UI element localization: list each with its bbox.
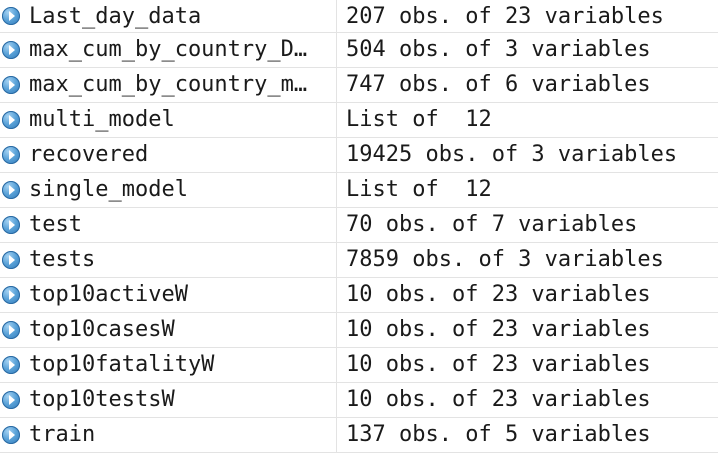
variable-name: top10testsW [29,387,175,412]
expand-arrow-icon[interactable] [2,356,20,374]
variable-name: recovered [29,142,149,167]
expand-arrow-icon[interactable] [2,181,20,199]
column-divider [336,103,337,137]
env-row-recovered[interactable]: recovered 19425 obs. of 3 variables [0,138,718,173]
variable-value: 747 obs. of 6 variables [346,72,651,97]
env-row-top10activew[interactable]: top10activeW 10 obs. of 23 variables [0,278,718,313]
variable-value: 137 obs. of 5 variables [346,422,651,447]
env-row-single-model[interactable]: single_model List of 12 [0,173,718,208]
env-row-max-cum-by-country-d[interactable]: max_cum_by_country_D… 504 obs. of 3 vari… [0,33,718,68]
env-row-multi-model[interactable]: multi_model List of 12 [0,103,718,138]
variable-value: 19425 obs. of 3 variables [346,142,678,167]
variable-value: 7859 obs. of 3 variables [346,247,664,272]
env-row-last-day-data[interactable]: Last_day_data 207 obs. of 23 variables [0,0,718,33]
column-divider [336,33,337,67]
expand-arrow-icon[interactable] [2,391,20,409]
column-divider [336,278,337,312]
variable-name: top10fatalityW [29,352,215,377]
column-divider [336,243,337,277]
expand-arrow-icon[interactable] [2,426,20,444]
expand-arrow-icon[interactable] [2,216,20,234]
variable-value: 207 obs. of 23 variables [346,4,664,29]
variable-value: 10 obs. of 23 variables [346,352,651,377]
column-divider [336,383,337,417]
variable-value: 10 obs. of 23 variables [346,317,651,342]
variable-name: Last_day_data [29,4,202,29]
variable-name: multi_model [29,107,175,132]
env-row-top10casesw[interactable]: top10casesW 10 obs. of 23 variables [0,313,718,348]
expand-arrow-icon[interactable] [2,251,20,269]
variable-name: single_model [29,177,188,202]
variable-value: 10 obs. of 23 variables [346,282,651,307]
expand-arrow-icon[interactable] [2,7,20,25]
variable-name: train [29,422,96,447]
variable-value: 10 obs. of 23 variables [346,387,651,412]
variable-value: 504 obs. of 3 variables [346,37,651,62]
env-row-top10fatalityw[interactable]: top10fatalityW 10 obs. of 23 variables [0,348,718,383]
env-row-top10testsw[interactable]: top10testsW 10 obs. of 23 variables [0,383,718,418]
env-row-train[interactable]: train 137 obs. of 5 variables [0,418,718,453]
column-divider [336,173,337,207]
variable-value: List of 12 [346,177,492,202]
env-row-max-cum-by-country-m[interactable]: max_cum_by_country_m… 747 obs. of 6 vari… [0,68,718,103]
variable-name: tests [29,247,96,272]
column-divider [336,313,337,347]
variable-name: top10activeW [29,282,188,307]
column-divider [336,348,337,382]
variable-name: max_cum_by_country_D… [29,37,308,62]
environment-table: Last_day_data 207 obs. of 23 variables m… [0,0,718,453]
env-row-test[interactable]: test 70 obs. of 7 variables [0,208,718,243]
expand-arrow-icon[interactable] [2,41,20,59]
column-divider [336,68,337,102]
expand-arrow-icon[interactable] [2,146,20,164]
column-divider [336,0,337,32]
column-divider [336,208,337,242]
expand-arrow-icon[interactable] [2,321,20,339]
variable-name: top10casesW [29,317,175,342]
env-row-tests[interactable]: tests 7859 obs. of 3 variables [0,243,718,278]
expand-arrow-icon[interactable] [2,76,20,94]
variable-name: max_cum_by_country_m… [29,72,308,97]
column-divider [336,138,337,172]
column-divider [336,418,337,452]
variable-value: 70 obs. of 7 variables [346,212,638,237]
expand-arrow-icon[interactable] [2,111,20,129]
expand-arrow-icon[interactable] [2,286,20,304]
variable-name: test [29,212,82,237]
variable-value: List of 12 [346,107,492,132]
